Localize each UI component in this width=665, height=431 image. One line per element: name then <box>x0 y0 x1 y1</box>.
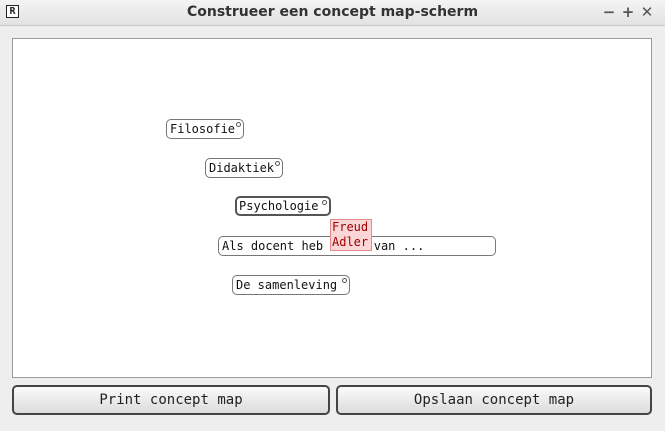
autocomplete-popup[interactable]: Freud Adler <box>330 219 372 251</box>
title-bar: R Construeer een concept map-scherm − + … <box>0 0 665 26</box>
node-samenleving[interactable]: De samenleving <box>232 275 350 295</box>
node-handle-icon[interactable] <box>342 278 347 283</box>
node-label: Als docent heb stand van ... <box>222 239 425 253</box>
maximize-icon[interactable]: + <box>619 3 637 21</box>
minimize-icon[interactable]: − <box>600 3 618 21</box>
popup-item[interactable]: Freud <box>332 220 371 235</box>
node-handle-icon[interactable] <box>275 161 280 166</box>
concept-map-canvas[interactable] <box>12 38 652 378</box>
popup-item[interactable]: Adler <box>332 235 371 250</box>
node-label: Didaktiek <box>209 161 275 175</box>
window-title: Construeer een concept map-scherm <box>186 4 479 20</box>
node-label: Filosofie <box>170 122 236 136</box>
node-didaktiek[interactable]: Didaktiek <box>205 158 283 178</box>
node-handle-icon[interactable] <box>236 122 241 127</box>
node-filosofie[interactable]: Filosofie <box>166 119 244 139</box>
node-psychologie[interactable]: Psychologie <box>235 196 331 216</box>
save-concept-map-button[interactable]: Opslaan concept map <box>336 385 652 415</box>
print-concept-map-button[interactable]: Print concept map <box>12 385 330 415</box>
node-handle-icon[interactable] <box>322 200 327 205</box>
node-label: Psychologie <box>239 199 319 213</box>
close-icon[interactable]: ✕ <box>638 3 656 21</box>
node-label: De samenleving <box>236 278 338 292</box>
